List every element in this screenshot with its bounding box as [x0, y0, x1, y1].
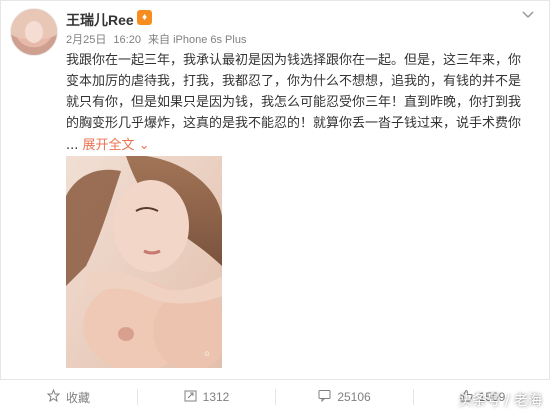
repost-button[interactable]: 1312	[138, 380, 275, 414]
post-text-line: 变本加厉的虐待我，打我，我都忍了，你为什么不想想，追我的，有钱的并不是	[66, 74, 522, 89]
post-meta: 2月25日 16:20 来自 iPhone 6s Plus	[66, 31, 250, 47]
site-watermark: 头条号 / 老海	[458, 393, 542, 409]
username[interactable]: 王瑞儿Ree	[66, 10, 134, 30]
repost-icon	[184, 389, 197, 405]
post-time: 16:20	[113, 34, 141, 46]
post-text-line: 的胸变形几乎爆炸，这真的是我不能忍的！就算你丢一沓子钱过来，说手术费你	[66, 116, 522, 131]
repost-count: 1312	[202, 390, 230, 404]
post-source: 来自 iPhone 6s Plus	[148, 34, 247, 46]
vip-badge-icon: ♦	[137, 10, 152, 25]
expand-label[interactable]: 展开全文	[83, 138, 135, 153]
expand-chevron-icon[interactable]: ⌄	[139, 138, 150, 153]
post-date[interactable]: 2月25日	[66, 34, 106, 46]
comment-count: 25106	[337, 390, 371, 404]
chevron-down-icon[interactable]	[521, 8, 535, 22]
comment-icon	[318, 389, 331, 405]
ellipsis: ...	[66, 138, 79, 153]
post-text: 我跟你在一起三年，我承认最初是因为钱选择跟你在一起。但是，这三年来，你 变本加厉…	[66, 50, 536, 134]
post-text-line: 我跟你在一起三年，我承认最初是因为钱选择跟你在一起。但是，这三年来，你	[66, 53, 522, 68]
photo-watermark: ⊙	[204, 350, 210, 358]
comment-button[interactable]: 25106	[276, 380, 413, 414]
expand-full-text-link[interactable]: 展开全文 ⌄	[83, 138, 150, 153]
avatar[interactable]	[10, 8, 58, 56]
post-text-line: 就只有你，但是如果只是因为钱，我怎么可能忍受你三年！直到昨晚，你打到我	[66, 95, 522, 110]
star-icon	[46, 388, 61, 405]
favorite-label: 收藏	[65, 390, 90, 405]
expand-row: ... 展开全文 ⌄	[66, 134, 150, 153]
avatar-face	[25, 21, 43, 43]
post-photo[interactable]: ⊙	[66, 156, 222, 368]
favorite-button[interactable]: 收藏	[0, 380, 137, 414]
post-photo-illustration	[66, 156, 222, 368]
